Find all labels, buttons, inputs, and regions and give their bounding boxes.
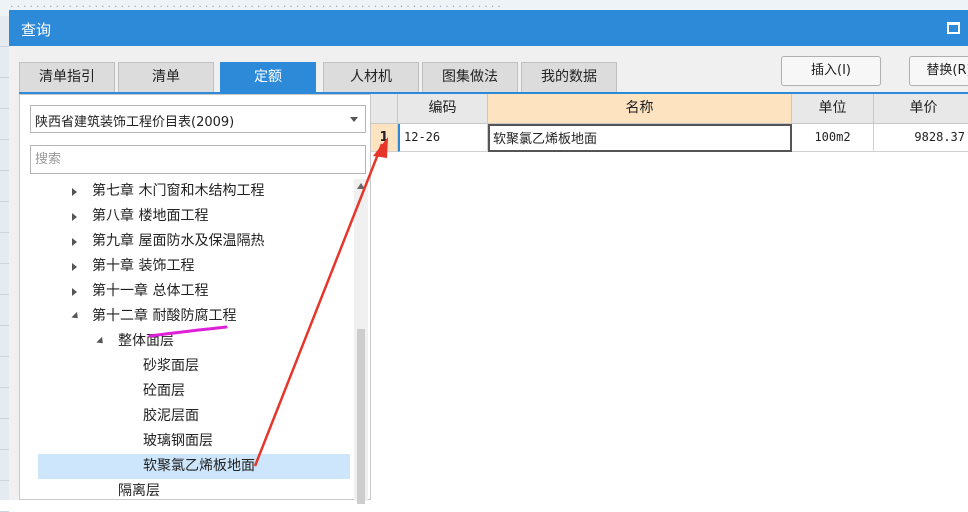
tree-node-label: 胶泥层面 — [143, 408, 199, 424]
tree-scrollbar[interactable] — [354, 179, 368, 504]
dialog-titlebar[interactable]: 查询 — [9, 10, 968, 46]
tab-atlas-method[interactable]: 图集做法 — [422, 62, 518, 93]
maximize-icon[interactable] — [947, 22, 960, 34]
expand-arrow-icon[interactable] — [72, 238, 77, 246]
tree-node-chapter-10[interactable]: 第十章 装饰工程 — [20, 254, 350, 279]
tree-node-label: 第十章 装饰工程 — [92, 258, 195, 274]
tree-node-chapter-12[interactable]: 第十二章 耐酸防腐工程 — [20, 304, 350, 329]
tree-node-label: 砂浆面层 — [143, 358, 199, 374]
insert-button[interactable]: 插入(I) — [781, 56, 881, 86]
tree-node-mastic-layer[interactable]: 胶泥层面 — [20, 404, 350, 429]
dialog-title: 查询 — [21, 21, 52, 39]
tree-node-pvc-floor[interactable]: 软聚氯乙烯板地面 — [38, 454, 350, 479]
scroll-up-icon[interactable] — [357, 183, 365, 189]
tree-node-label: 软聚氯乙烯板地面 — [143, 458, 255, 474]
tab-bill[interactable]: 清单 — [118, 62, 214, 93]
expand-arrow-icon[interactable] — [72, 288, 77, 296]
column-header-code[interactable]: 编码 — [398, 94, 488, 124]
tree-node-chapter-11[interactable]: 第十一章 总体工程 — [20, 279, 350, 304]
tree-node-label: 第七章 木门窗和木结构工程 — [92, 183, 265, 199]
tree-node-label: 隔离层 — [118, 483, 160, 499]
table-cell-price[interactable]: 9828.37 — [874, 124, 968, 152]
table-cell-name[interactable]: 软聚氯乙烯板地面 — [488, 124, 792, 152]
scrollbar-thumb[interactable] — [357, 329, 365, 504]
replace-button[interactable]: 替换(R) — [909, 56, 968, 86]
tree-node-label: 第十一章 总体工程 — [92, 283, 209, 299]
tree-node-label: 第九章 屋面防水及保温隔热 — [92, 233, 265, 249]
collapse-arrow-icon[interactable] — [71, 311, 81, 322]
tree-node-overall-surface[interactable]: 整体面层 — [20, 329, 350, 354]
row-number[interactable]: 1 — [371, 124, 398, 152]
query-dialog: 查询 清单指引 清单 定额 人材机 图集做法 我的数据 插入(I) 替换(R) … — [9, 10, 968, 504]
table-cell-unit[interactable]: 100m2 — [792, 124, 874, 152]
tab-my-data[interactable]: 我的数据 — [521, 62, 617, 93]
left-panel: 陕西省建筑装饰工程价目表(2009) 第七章 木门窗和木结构工程 第八章 楼地面… — [19, 94, 371, 504]
library-select[interactable]: 陕西省建筑装饰工程价目表(2009) — [30, 105, 366, 133]
expand-arrow-icon[interactable] — [72, 188, 77, 196]
tree-node-label: 整体面层 — [118, 333, 174, 349]
tree-node-label: 砼面层 — [143, 383, 185, 399]
library-select-value: 陕西省建筑装饰工程价目表(2009) — [35, 115, 235, 130]
tree-node-isolation-layer[interactable]: 隔离层 — [20, 479, 350, 499]
tab-bill-guide[interactable]: 清单指引 — [19, 62, 115, 93]
collapse-arrow-icon[interactable] — [96, 336, 106, 347]
row-number-header — [371, 94, 398, 124]
expand-arrow-icon[interactable] — [72, 213, 77, 221]
expand-arrow-icon[interactable] — [72, 263, 77, 271]
tree-node-chapter-9[interactable]: 第九章 屋面防水及保温隔热 — [20, 229, 350, 254]
tab-labor-material-machine[interactable]: 人材机 — [323, 62, 419, 93]
column-header-unit[interactable]: 单位 — [792, 94, 874, 124]
tree-node-label: 玻璃钢面层 — [143, 433, 213, 449]
tree-node-chapter-8[interactable]: 第八章 楼地面工程 — [20, 204, 350, 229]
tab-quota[interactable]: 定额 — [220, 62, 316, 93]
tree-node-label: 第十二章 耐酸防腐工程 — [92, 308, 237, 324]
chapter-tree: 第七章 木门窗和木结构工程 第八章 楼地面工程 第九章 屋面防水及保温隔热 第十… — [20, 179, 350, 499]
tree-node-chapter-7[interactable]: 第七章 木门窗和木结构工程 — [20, 179, 350, 204]
tree-node-mortar-surface[interactable]: 砂浆面层 — [20, 354, 350, 379]
column-header-price[interactable]: 单价 — [874, 94, 968, 124]
search-input[interactable] — [30, 145, 366, 174]
quota-grid: 编码 名称 单位 单价 1 12-26 软聚氯乙烯板地面 100m2 9828.… — [371, 94, 968, 500]
column-header-name[interactable]: 名称 — [488, 94, 792, 124]
tree-node-label: 第八章 楼地面工程 — [92, 208, 209, 224]
table-cell-code[interactable]: 12-26 — [398, 124, 488, 152]
tree-node-concrete-surface[interactable]: 砼面层 — [20, 379, 350, 404]
chevron-down-icon[interactable] — [350, 117, 358, 122]
tree-node-frp-surface[interactable]: 玻璃钢面层 — [20, 429, 350, 454]
